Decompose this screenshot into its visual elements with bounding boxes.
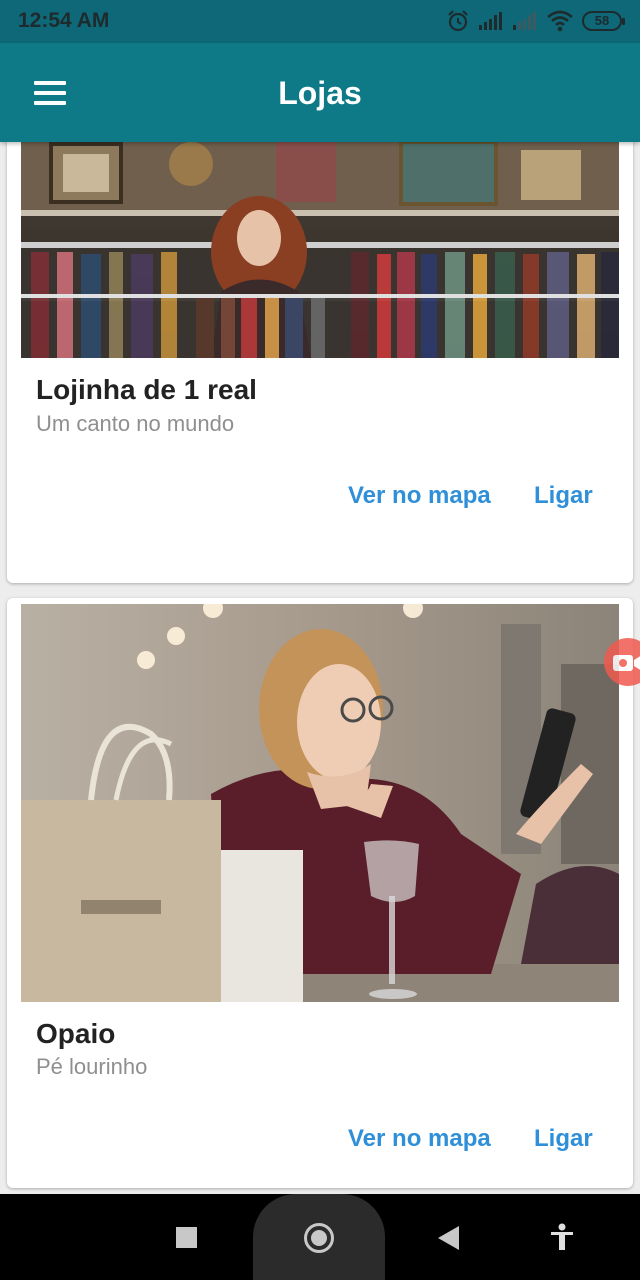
view-on-map-button[interactable]: Ver no mapa [348, 1125, 491, 1153]
store-description: Um canto no mundo [36, 411, 235, 436]
store-name: Lojinha de 1 real [36, 374, 257, 405]
alarm-icon [446, 9, 470, 33]
store-card: Lojinha de 1 real Um canto no mundo Ver … [7, 142, 633, 583]
navigation-bar [0, 1194, 640, 1280]
woman-with-phone-photo [21, 604, 619, 1002]
page-title: Lojas [278, 75, 362, 111]
store-list[interactable]: Lojinha de 1 real Um canto no mundo Ver … [0, 142, 640, 1194]
clothing-store-photo [21, 142, 619, 358]
recent-apps-icon[interactable] [176, 1227, 197, 1248]
status-icons: 58 [446, 8, 625, 34]
status-time: 12:54 AM [18, 9, 110, 32]
signal-weak-icon [512, 11, 538, 31]
call-button[interactable]: Ligar [534, 482, 593, 510]
store-card: Opaio Pé lourinho Ver no mapa Ligar [7, 598, 633, 1188]
home-icon[interactable] [304, 1223, 334, 1253]
app-bar: Lojas [0, 43, 640, 142]
store-name: Opaio [36, 1018, 116, 1049]
battery-icon: 58 [582, 11, 625, 31]
call-button[interactable]: Ligar [534, 1125, 593, 1153]
wifi-icon [546, 10, 574, 32]
accessibility-icon[interactable] [549, 1223, 575, 1256]
signal-icon [478, 11, 504, 31]
view-on-map-button[interactable]: Ver no mapa [348, 482, 491, 510]
status-bar: 12:54 AM 58 [0, 0, 640, 43]
back-icon[interactable] [438, 1226, 459, 1250]
store-description: Pé lourinho [36, 1054, 148, 1079]
